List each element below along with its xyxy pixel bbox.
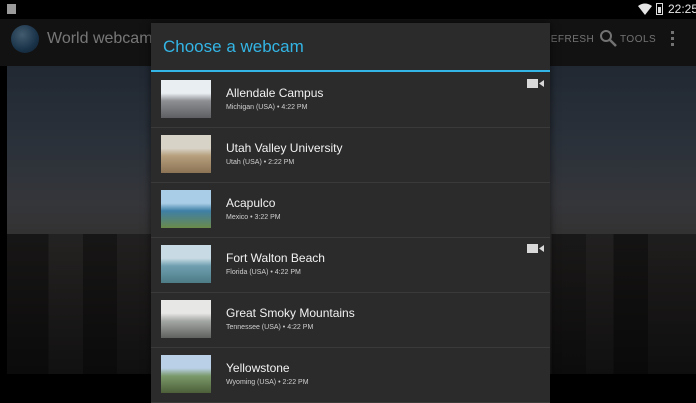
video-camera-icon [527,244,544,253]
video-camera-icon [527,79,544,88]
webcam-location: Tennessee (USA) [226,324,281,331]
webcam-thumbnail [161,190,211,228]
webcam-name: Fort Walton Beach [226,251,325,265]
webcam-local-time: 2:22 PM [282,379,309,386]
webcam-list-item[interactable]: Acapulco Mexico • 3:22 PM [151,183,550,238]
webcam-location-time: Mexico • 3:22 PM [226,214,281,221]
webcam-location-time: Florida (USA) • 4:22 PM [226,269,301,276]
dialog-divider [151,70,550,72]
webcam-list-item[interactable]: Great Smoky Mountains Tennessee (USA) • 4… [151,293,550,348]
wifi-icon [638,3,652,15]
webcam-location: Florida (USA) [226,269,269,276]
webcam-location: Wyoming (USA) [226,379,277,386]
choose-webcam-dialog: Choose a webcam Allendale Campus Michigan… [151,23,550,403]
webcam-thumbnail [161,355,211,393]
webcam-list-item[interactable]: Utah Valley University Utah (USA) • 2:22 … [151,128,550,183]
webcam-list: Allendale Campus Michigan (USA) • 4:22 PM… [151,73,550,403]
webcam-name: Yellowstone [226,361,290,375]
webcam-location-time: Wyoming (USA) • 2:22 PM [226,379,309,386]
webcam-thumbnail [161,80,211,118]
notification-icon [7,4,16,14]
webcam-local-time: 3:22 PM [254,214,281,221]
webcam-location: Michigan (USA) [226,104,276,111]
webcam-list-item[interactable]: Yellowstone Wyoming (USA) • 2:22 PM [151,348,550,403]
webcam-name: Utah Valley University [226,141,343,155]
webcam-location: Utah (USA) [226,159,262,166]
status-bar: 22:25 [0,0,696,19]
dialog-title: Choose a webcam [163,37,304,56]
webcam-local-time: 2:22 PM [268,159,295,166]
webcam-thumbnail [161,245,211,283]
webcam-name: Great Smoky Mountains [226,306,355,320]
webcam-list-item[interactable]: Allendale Campus Michigan (USA) • 4:22 PM [151,73,550,128]
webcam-name: Allendale Campus [226,86,324,100]
webcam-local-time: 4:22 PM [281,104,308,111]
clock: 22:25 [668,2,696,16]
webcam-thumbnail [161,135,211,173]
webcam-thumbnail [161,300,211,338]
webcam-location-time: Utah (USA) • 2:22 PM [226,159,294,166]
webcam-location-time: Tennessee (USA) • 4:22 PM [226,324,313,331]
webcam-location: Mexico [226,214,249,221]
webcam-local-time: 4:22 PM [274,269,301,276]
webcam-local-time: 4:22 PM [287,324,314,331]
webcam-list-item[interactable]: Fort Walton Beach Florida (USA) • 4:22 PM [151,238,550,293]
webcam-name: Acapulco [226,196,276,210]
webcam-location-time: Michigan (USA) • 4:22 PM [226,104,307,111]
battery-icon [656,3,663,15]
